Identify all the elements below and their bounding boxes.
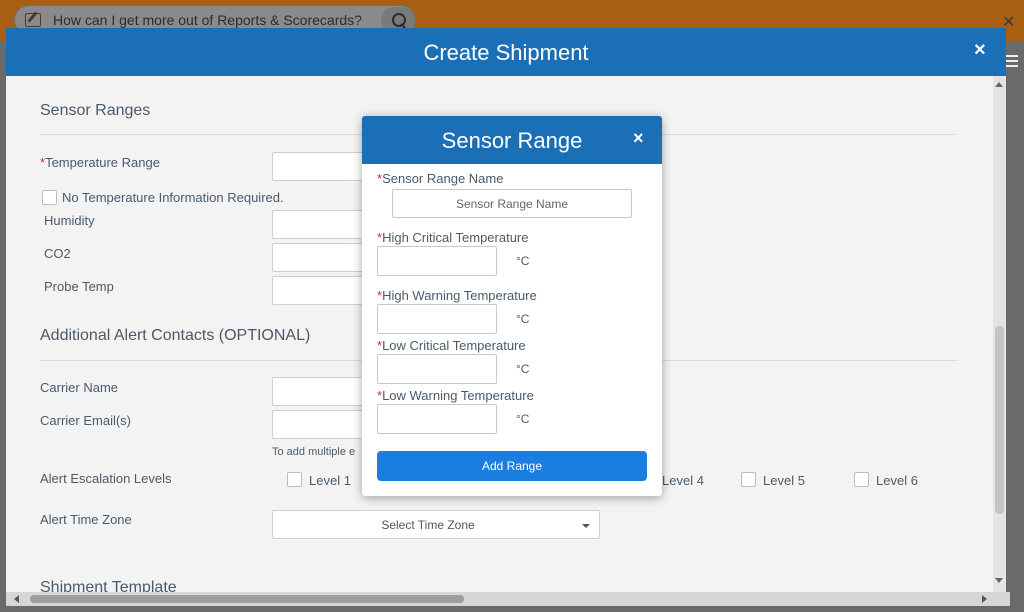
high-warning-label: *High Warning Temperature [377, 288, 537, 303]
co2-label: CO2 [44, 246, 71, 261]
sensor-ranges-title: Sensor Ranges [40, 102, 151, 119]
probe-temp-label: Probe Temp [44, 279, 114, 294]
temperature-range-label: *Temperature Range [40, 155, 160, 170]
vertical-scroll-thumb[interactable] [995, 326, 1004, 514]
low-warning-unit: °C [516, 412, 530, 426]
level-4-label: Level 4 [662, 473, 704, 488]
vertical-scrollbar[interactable] [993, 76, 1006, 592]
level-1-checkbox[interactable] [287, 472, 302, 487]
level-6-label: Level 6 [876, 473, 918, 488]
low-critical-label: *Low Critical Temperature [377, 338, 526, 353]
edit-icon [25, 13, 41, 27]
level-5-label: Level 5 [763, 473, 805, 488]
alert-contacts-title: Additional Alert Contacts (OPTIONAL) [40, 327, 311, 344]
horizontal-scrollbar[interactable] [6, 592, 1010, 606]
humidity-input[interactable] [272, 210, 368, 239]
high-critical-unit: °C [516, 254, 530, 268]
no-temp-label: No Temperature Information Required. [62, 190, 284, 205]
low-critical-unit: °C [516, 362, 530, 376]
level-6-checkbox[interactable] [854, 472, 869, 487]
modal-header: Create Shipment × [6, 28, 1006, 76]
high-warning-input[interactable] [377, 304, 497, 334]
sensor-range-name-input[interactable] [392, 189, 632, 218]
menu-icon[interactable] [1006, 55, 1018, 67]
level-5-checkbox[interactable] [741, 472, 756, 487]
popup-header: Sensor Range × [362, 116, 662, 164]
sensor-range-name-label: *Sensor Range Name [377, 171, 504, 186]
scroll-up-icon[interactable] [995, 82, 1003, 87]
scroll-left-icon[interactable] [14, 595, 19, 603]
carrier-email-input[interactable] [272, 410, 368, 439]
modal-title: Create Shipment [423, 40, 589, 65]
time-zone-select[interactable]: Select Time Zone [272, 510, 600, 539]
caret-down-icon [582, 524, 590, 528]
carrier-name-input[interactable] [272, 377, 368, 406]
low-warning-label: *Low Warning Temperature [377, 388, 534, 403]
escalation-levels-label: Alert Escalation Levels [40, 471, 172, 486]
level-1-label: Level 1 [309, 473, 351, 488]
high-warning-unit: °C [516, 312, 530, 326]
horizontal-scroll-thumb[interactable] [30, 595, 464, 603]
scroll-right-icon[interactable] [982, 595, 987, 603]
temperature-range-input[interactable] [272, 152, 368, 181]
modal-close-icon[interactable]: × [974, 39, 986, 62]
help-question: How can I get more out of Reports & Scor… [53, 12, 362, 28]
high-critical-input[interactable] [377, 246, 497, 276]
time-zone-label: Alert Time Zone [40, 512, 132, 527]
low-warning-input[interactable] [377, 404, 497, 434]
carrier-name-label: Carrier Name [40, 380, 119, 395]
time-zone-value: Select Time Zone [381, 518, 475, 532]
co2-input[interactable] [272, 243, 368, 272]
add-range-button[interactable]: Add Range [377, 451, 647, 481]
no-temp-checkbox[interactable] [42, 190, 57, 205]
carrier-email-label: Carrier Email(s) [40, 413, 131, 428]
high-critical-label: *High Critical Temperature [377, 230, 529, 245]
probe-temp-input[interactable] [272, 276, 368, 305]
humidity-label: Humidity [44, 213, 95, 228]
email-hint: To add multiple e [272, 446, 356, 458]
popup-close-icon[interactable]: × [633, 128, 644, 149]
sensor-range-popup: Sensor Range × *Sensor Range Name *High … [362, 116, 662, 496]
low-critical-input[interactable] [377, 354, 497, 384]
popup-title: Sensor Range [441, 128, 583, 153]
scroll-down-icon[interactable] [995, 578, 1003, 583]
